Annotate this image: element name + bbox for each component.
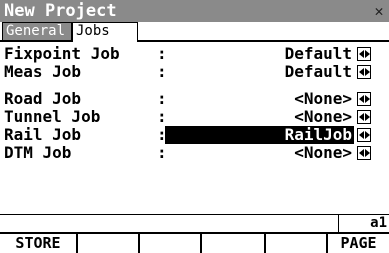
field-label: DTM Job	[4, 143, 72, 162]
field-value[interactable]: <None>	[165, 90, 354, 108]
field-value[interactable]: RailJob	[165, 126, 354, 144]
softkey-f2[interactable]	[78, 234, 140, 253]
field-value[interactable]: Default	[165, 45, 354, 63]
store-button[interactable]: STORE	[0, 234, 78, 253]
title-bar: New Project ✕	[0, 0, 389, 22]
input-mode-indicator: a1	[338, 214, 389, 232]
tab-jobs[interactable]: Jobs	[72, 22, 138, 42]
field-road-job[interactable]: Road Job : <None>	[0, 90, 389, 108]
tab-general[interactable]: General	[2, 22, 72, 40]
field-label: Fixpoint Job	[4, 44, 120, 63]
field-label: Road Job	[4, 89, 82, 108]
left-right-arrows-icon[interactable]	[357, 47, 371, 61]
left-right-arrows-icon[interactable]	[357, 110, 371, 124]
field-value[interactable]: <None>	[165, 144, 354, 162]
left-right-arrows-icon[interactable]	[357, 146, 371, 160]
field-value[interactable]: <None>	[165, 108, 354, 126]
page-button[interactable]: PAGE	[328, 234, 389, 253]
field-value[interactable]: Default	[165, 63, 354, 81]
field-meas-job[interactable]: Meas Job : Default	[0, 63, 389, 81]
softkey-bar: STORE PAGE	[0, 232, 389, 253]
field-fixpoint-job[interactable]: Fixpoint Job : Default	[0, 45, 389, 63]
field-label: Meas Job	[4, 62, 82, 81]
left-right-arrows-icon[interactable]	[357, 65, 371, 79]
left-right-arrows-icon[interactable]	[357, 92, 371, 106]
tab-bar: General Jobs	[0, 22, 389, 42]
field-tunnel-job[interactable]: Tunnel Job : <None>	[0, 108, 389, 126]
status-divider	[0, 214, 389, 215]
close-icon[interactable]: ✕	[369, 0, 389, 22]
softkey-f5[interactable]	[266, 234, 328, 253]
field-label: Rail Job	[4, 125, 82, 144]
softkey-f3[interactable]	[140, 234, 202, 253]
left-right-arrows-icon[interactable]	[357, 128, 371, 142]
field-rail-job[interactable]: Rail Job : RailJob	[0, 126, 389, 144]
field-label: Tunnel Job	[4, 107, 101, 126]
window-title: New Project	[4, 1, 117, 21]
field-dtm-job[interactable]: DTM Job : <None>	[0, 144, 389, 162]
softkey-f4[interactable]	[202, 234, 266, 253]
